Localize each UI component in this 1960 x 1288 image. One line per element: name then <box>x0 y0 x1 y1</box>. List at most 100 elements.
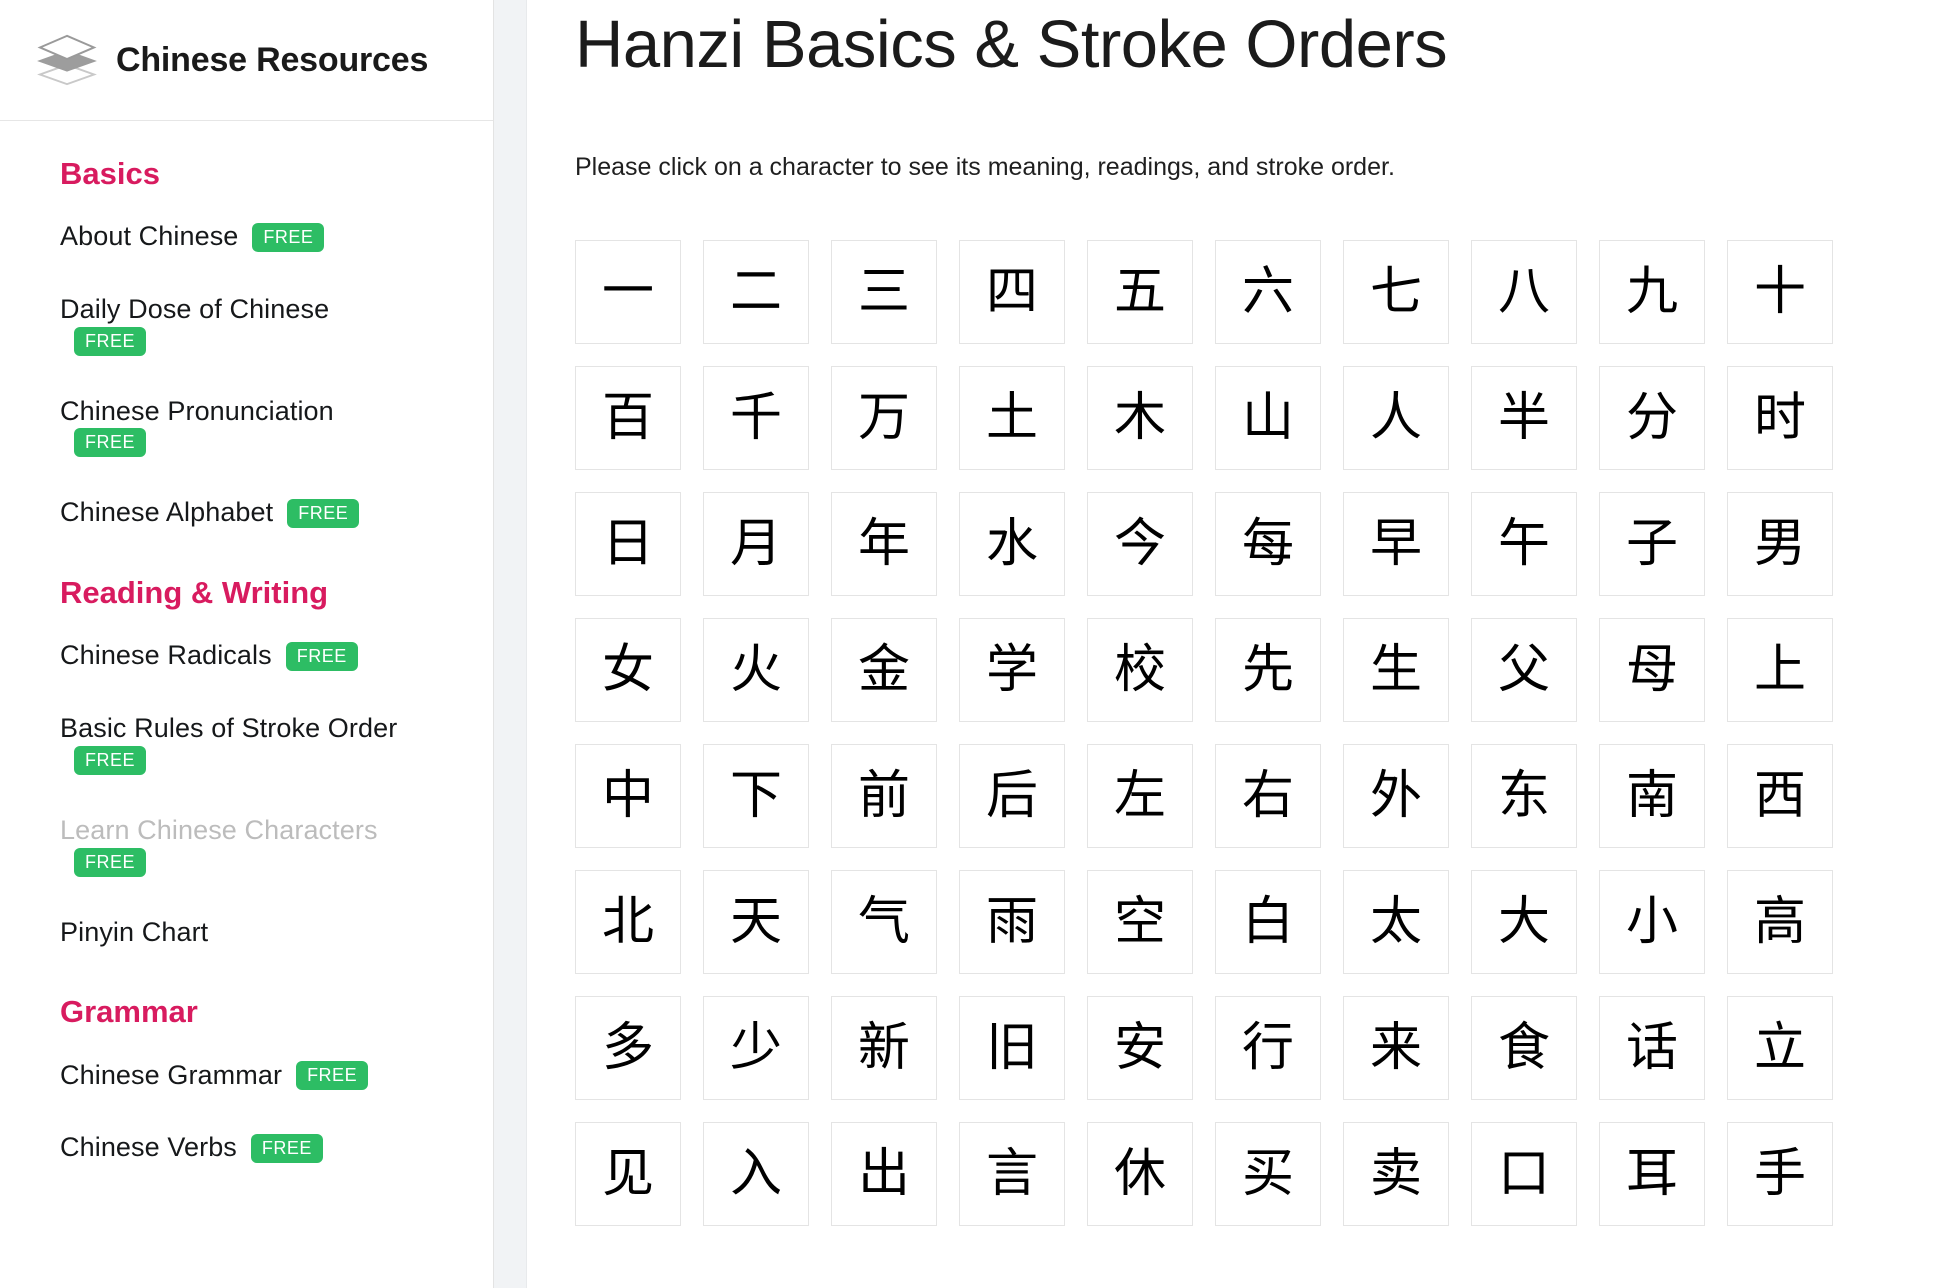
character-cell[interactable]: 三 <box>831 240 937 345</box>
page-title: Hanzi Basics & Stroke Orders <box>575 7 1448 82</box>
character-cell[interactable]: 后 <box>959 744 1065 849</box>
character-cell[interactable]: 千 <box>703 366 809 471</box>
character-cell[interactable]: 安 <box>1087 996 1193 1101</box>
character-cell[interactable]: 大 <box>1471 870 1577 975</box>
character-cell[interactable]: 水 <box>959 492 1065 597</box>
character-cell[interactable]: 日 <box>575 492 681 597</box>
character-cell[interactable]: 六 <box>1215 240 1321 345</box>
character-cell[interactable]: 女 <box>575 618 681 723</box>
free-badge: FREE <box>296 1060 369 1090</box>
character-cell[interactable]: 出 <box>831 1122 937 1227</box>
sidebar-item-learn-chinese-characters[interactable]: Learn Chinese Characters FREE <box>0 814 430 877</box>
character-cell[interactable]: 分 <box>1599 366 1705 471</box>
character-cell[interactable]: 二 <box>703 240 809 345</box>
sidebar-item-chinese-grammar[interactable]: Chinese Grammar FREE <box>0 1059 430 1093</box>
character-cell[interactable]: 百 <box>575 366 681 471</box>
brand-title: Chinese Resources <box>116 40 429 79</box>
character-cell[interactable]: 气 <box>831 870 937 975</box>
character-cell[interactable]: 东 <box>1471 744 1577 849</box>
character-cell[interactable]: 食 <box>1471 996 1577 1101</box>
character-cell[interactable]: 高 <box>1727 870 1833 975</box>
character-cell[interactable]: 早 <box>1343 492 1449 597</box>
sidebar-item-chinese-alphabet[interactable]: Chinese Alphabet FREE <box>0 496 430 530</box>
character-cell[interactable]: 山 <box>1215 366 1321 471</box>
character-cell[interactable]: 下 <box>703 744 809 849</box>
character-cell[interactable]: 木 <box>1087 366 1193 471</box>
character-cell[interactable]: 学 <box>959 618 1065 723</box>
character-cell[interactable]: 十 <box>1727 240 1833 345</box>
character-cell[interactable]: 少 <box>703 996 809 1101</box>
character-cell[interactable]: 手 <box>1727 1122 1833 1227</box>
character-cell[interactable]: 空 <box>1087 870 1193 975</box>
character-cell[interactable]: 中 <box>575 744 681 849</box>
character-cell[interactable]: 时 <box>1727 366 1833 471</box>
sidebar-item-chinese-verbs[interactable]: Chinese Verbs FREE <box>0 1131 430 1165</box>
character-cell[interactable]: 见 <box>575 1122 681 1227</box>
character-cell[interactable]: 父 <box>1471 618 1577 723</box>
character-cell[interactable]: 生 <box>1343 618 1449 723</box>
character-cell[interactable]: 买 <box>1215 1122 1321 1227</box>
character-cell[interactable]: 八 <box>1471 240 1577 345</box>
character-cell[interactable]: 万 <box>831 366 937 471</box>
character-cell[interactable]: 火 <box>703 618 809 723</box>
character-cell[interactable]: 耳 <box>1599 1122 1705 1227</box>
character-cell[interactable]: 半 <box>1471 366 1577 471</box>
character-cell[interactable]: 雨 <box>959 870 1065 975</box>
character-cell[interactable]: 午 <box>1471 492 1577 597</box>
character-cell[interactable]: 口 <box>1471 1122 1577 1227</box>
sidebar-item-daily-dose-of-chinese[interactable]: Daily Dose of Chinese FREE <box>0 293 430 356</box>
character-cell[interactable]: 男 <box>1727 492 1833 597</box>
character-cell[interactable]: 西 <box>1727 744 1833 849</box>
character-cell[interactable]: 入 <box>703 1122 809 1227</box>
character-cell[interactable]: 七 <box>1343 240 1449 345</box>
sidebar-item-chinese-pronunciation[interactable]: Chinese Pronunciation FREE <box>0 395 430 458</box>
character-cell[interactable]: 年 <box>831 492 937 597</box>
sidebar-item-pinyin-chart[interactable]: Pinyin Chart <box>0 916 430 950</box>
character-cell[interactable]: 行 <box>1215 996 1321 1101</box>
character-cell[interactable]: 母 <box>1599 618 1705 723</box>
character-cell[interactable]: 五 <box>1087 240 1193 345</box>
sidebar-item-label: Chinese Radicals <box>60 640 272 671</box>
character-cell[interactable]: 天 <box>703 870 809 975</box>
free-badge: FREE <box>252 222 325 252</box>
character-cell[interactable]: 外 <box>1343 744 1449 849</box>
character-cell[interactable]: 子 <box>1599 492 1705 597</box>
sidebar-item-basic-rules-of-stroke-order[interactable]: Basic Rules of Stroke Order FREE <box>0 712 430 775</box>
free-badge: FREE <box>74 428 147 458</box>
character-cell[interactable]: 四 <box>959 240 1065 345</box>
sidebar-item-label: Basic Rules of Stroke Order <box>60 713 398 744</box>
character-cell[interactable]: 小 <box>1599 870 1705 975</box>
intro-instruction: Please click on a character to see its m… <box>575 153 1395 182</box>
sidebar-item-about-chinese[interactable]: About Chinese FREE <box>0 220 430 254</box>
character-cell[interactable]: 上 <box>1727 618 1833 723</box>
character-cell[interactable]: 立 <box>1727 996 1833 1101</box>
character-cell[interactable]: 旧 <box>959 996 1065 1101</box>
character-cell[interactable]: 北 <box>575 870 681 975</box>
character-cell[interactable]: 一 <box>575 240 681 345</box>
character-cell[interactable]: 月 <box>703 492 809 597</box>
character-cell[interactable]: 每 <box>1215 492 1321 597</box>
sidebar-item-label: Daily Dose of Chinese <box>60 293 330 324</box>
character-cell[interactable]: 多 <box>575 996 681 1101</box>
character-cell[interactable]: 休 <box>1087 1122 1193 1227</box>
character-cell[interactable]: 言 <box>959 1122 1065 1227</box>
character-cell[interactable]: 人 <box>1343 366 1449 471</box>
character-cell[interactable]: 左 <box>1087 744 1193 849</box>
character-cell[interactable]: 卖 <box>1343 1122 1449 1227</box>
character-cell[interactable]: 白 <box>1215 870 1321 975</box>
character-cell[interactable]: 前 <box>831 744 937 849</box>
character-cell[interactable]: 右 <box>1215 744 1321 849</box>
sidebar-item-chinese-radicals[interactable]: Chinese Radicals FREE <box>0 639 430 673</box>
character-cell[interactable]: 土 <box>959 366 1065 471</box>
sidebar-item-label: About Chinese <box>60 221 239 252</box>
character-cell[interactable]: 太 <box>1343 870 1449 975</box>
character-cell[interactable]: 金 <box>831 618 937 723</box>
character-cell[interactable]: 先 <box>1215 618 1321 723</box>
character-cell[interactable]: 来 <box>1343 996 1449 1101</box>
character-cell[interactable]: 校 <box>1087 618 1193 723</box>
character-cell[interactable]: 话 <box>1599 996 1705 1101</box>
character-cell[interactable]: 新 <box>831 996 937 1101</box>
character-cell[interactable]: 南 <box>1599 744 1705 849</box>
character-cell[interactable]: 今 <box>1087 492 1193 597</box>
character-cell[interactable]: 九 <box>1599 240 1705 345</box>
